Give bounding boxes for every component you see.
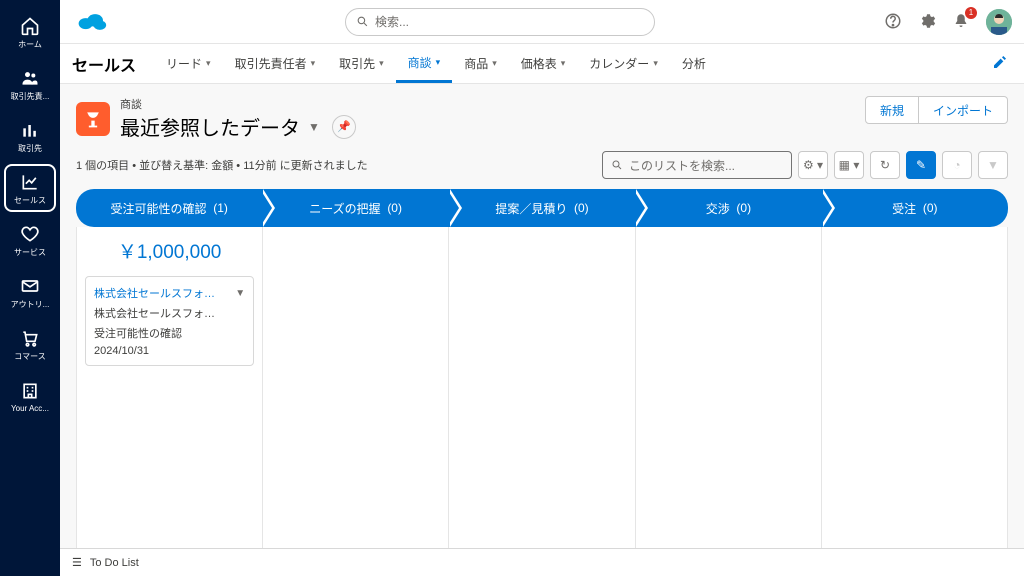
- import-button[interactable]: インポート: [919, 96, 1008, 124]
- notification-badge: 1: [965, 7, 977, 19]
- kanban-columns: ￥1,000,000 株式会社セールスフォース... ▼ 株式会社セールスフォー…: [76, 227, 1008, 548]
- sidebar-label: セールス: [14, 195, 46, 206]
- search-placeholder: 検索...: [375, 13, 409, 30]
- kanban-column: [263, 227, 449, 548]
- chevron-down-icon: ▾: [379, 58, 384, 69]
- inline-edit-icon[interactable]: ✎: [906, 151, 936, 179]
- app-sidebar: ホーム 取引先責... 取引先 セールス サービス アウトリ... コマース: [0, 0, 60, 576]
- chart-toggle-icon[interactable]: ◔: [942, 151, 972, 179]
- opportunity-card[interactable]: 株式会社セールスフォース... ▼ 株式会社セールスフォース・ジャ... 受注可…: [85, 276, 254, 366]
- object-label: 商談: [120, 96, 356, 112]
- refresh-icon[interactable]: ↻: [870, 151, 900, 179]
- display-as-icon[interactable]: ▦ ▾: [834, 151, 864, 179]
- setup-gear-icon[interactable]: [918, 12, 938, 32]
- search-icon: [611, 159, 623, 171]
- list-settings-gear-icon[interactable]: ⚙ ▾: [798, 151, 828, 179]
- list-meta: 1 個の項目 • 並び替え基準: 金額 • 11分前 に更新されました: [76, 157, 368, 173]
- nav-leads[interactable]: リード▾: [154, 44, 223, 83]
- sidebar-label: コマース: [14, 351, 46, 362]
- kanban-column: [636, 227, 822, 548]
- chart-icon: [19, 171, 41, 193]
- list-view-name[interactable]: 最近参照したデータ: [120, 112, 300, 141]
- cart-icon: [19, 327, 41, 349]
- chevron-down-icon: ▾: [206, 58, 211, 69]
- nav-pricebooks[interactable]: 価格表▾: [509, 44, 578, 83]
- filter-icon[interactable]: ▼: [978, 151, 1008, 179]
- sidebar-label: ホーム: [18, 39, 42, 50]
- card-account-link[interactable]: 株式会社セールスフォース・ジャ...: [94, 305, 224, 321]
- utility-bar: ☰ To Do List: [60, 548, 1024, 576]
- kanban-column: [822, 227, 1008, 548]
- column-amount: ￥1,000,000: [85, 237, 254, 264]
- stage-needs[interactable]: ニーズの把握 (0): [262, 189, 448, 227]
- global-header: 検索... 1: [60, 0, 1024, 44]
- chevron-down-icon: ▾: [492, 58, 497, 69]
- kanban-stages: 受注可能性の確認 (1) ニーズの把握 (0) 提案／見積り (0) 交渉 (0…: [76, 189, 1008, 227]
- sidebar-label: 取引先: [18, 143, 42, 154]
- nav-contacts[interactable]: 取引先責任者▾: [223, 44, 328, 83]
- chevron-down-icon: ▾: [436, 57, 441, 68]
- kanban-column: ￥1,000,000 株式会社セールスフォース... ▼ 株式会社セールスフォー…: [77, 227, 263, 548]
- mail-icon: [19, 275, 41, 297]
- list-icon: ☰: [72, 556, 82, 569]
- card-date: 2024/10/31: [94, 345, 245, 357]
- bars-icon: [19, 119, 41, 141]
- nav-opportunities[interactable]: 商談▾: [396, 44, 453, 83]
- global-search[interactable]: 検索...: [345, 8, 655, 36]
- people-icon: [19, 67, 41, 89]
- sidebar-label: Your Acc...: [11, 404, 49, 413]
- sidebar-item-account[interactable]: Your Acc...: [4, 372, 56, 420]
- help-icon[interactable]: [884, 12, 904, 32]
- salesforce-logo-icon: [76, 11, 108, 33]
- nav-accounts[interactable]: 取引先▾: [327, 44, 396, 83]
- card-name-link[interactable]: 株式会社セールスフォース...: [94, 285, 224, 301]
- new-button[interactable]: 新規: [865, 96, 919, 124]
- heart-icon: [19, 223, 41, 245]
- stage-proposal[interactable]: 提案／見積り (0): [449, 189, 635, 227]
- nav-analytics[interactable]: 分析: [670, 44, 718, 83]
- app-name: セールス: [72, 44, 154, 83]
- chevron-down-icon: ▾: [311, 58, 316, 69]
- search-icon: [356, 15, 369, 28]
- sidebar-item-accounts[interactable]: 取引先: [4, 112, 56, 160]
- todo-list-button[interactable]: To Do List: [90, 557, 139, 569]
- sidebar-label: アウトリ...: [11, 299, 50, 310]
- stage-negotiation[interactable]: 交渉 (0): [635, 189, 821, 227]
- kanban-column: [449, 227, 635, 548]
- list-dropdown-icon[interactable]: ▼: [308, 120, 320, 134]
- opportunity-icon: [76, 102, 110, 136]
- edit-pencil-icon[interactable]: [992, 54, 1008, 70]
- sidebar-item-service[interactable]: サービス: [4, 216, 56, 264]
- nav-products[interactable]: 商品▾: [452, 44, 509, 83]
- sidebar-item-contacts[interactable]: 取引先責...: [4, 60, 56, 108]
- sidebar-label: サービス: [14, 247, 46, 258]
- list-search-input[interactable]: このリストを検索...: [602, 151, 792, 179]
- notifications-bell-icon[interactable]: 1: [952, 12, 972, 32]
- chevron-down-icon: ▾: [653, 58, 658, 69]
- card-menu-icon[interactable]: ▼: [235, 288, 245, 299]
- pin-icon[interactable]: 📌: [332, 115, 356, 139]
- chevron-down-icon: ▾: [561, 58, 566, 69]
- sidebar-item-sales[interactable]: セールス: [4, 164, 56, 212]
- nav-calendar[interactable]: カレンダー▾: [577, 44, 670, 83]
- sidebar-label: 取引先責...: [11, 91, 50, 102]
- object-nav: セールス リード▾ 取引先責任者▾ 取引先▾ 商談▾ 商品▾ 価格表▾ カレンダ…: [60, 44, 1024, 84]
- sidebar-item-home[interactable]: ホーム: [4, 8, 56, 56]
- home-icon: [19, 15, 41, 37]
- user-avatar[interactable]: [986, 9, 1012, 35]
- stage-qualification[interactable]: 受注可能性の確認 (1): [76, 189, 262, 227]
- building-icon: [19, 380, 41, 402]
- card-stage: 受注可能性の確認: [94, 325, 245, 341]
- stage-closed[interactable]: 受注 (0): [822, 189, 1008, 227]
- sidebar-item-commerce[interactable]: コマース: [4, 320, 56, 368]
- sidebar-item-outreach[interactable]: アウトリ...: [4, 268, 56, 316]
